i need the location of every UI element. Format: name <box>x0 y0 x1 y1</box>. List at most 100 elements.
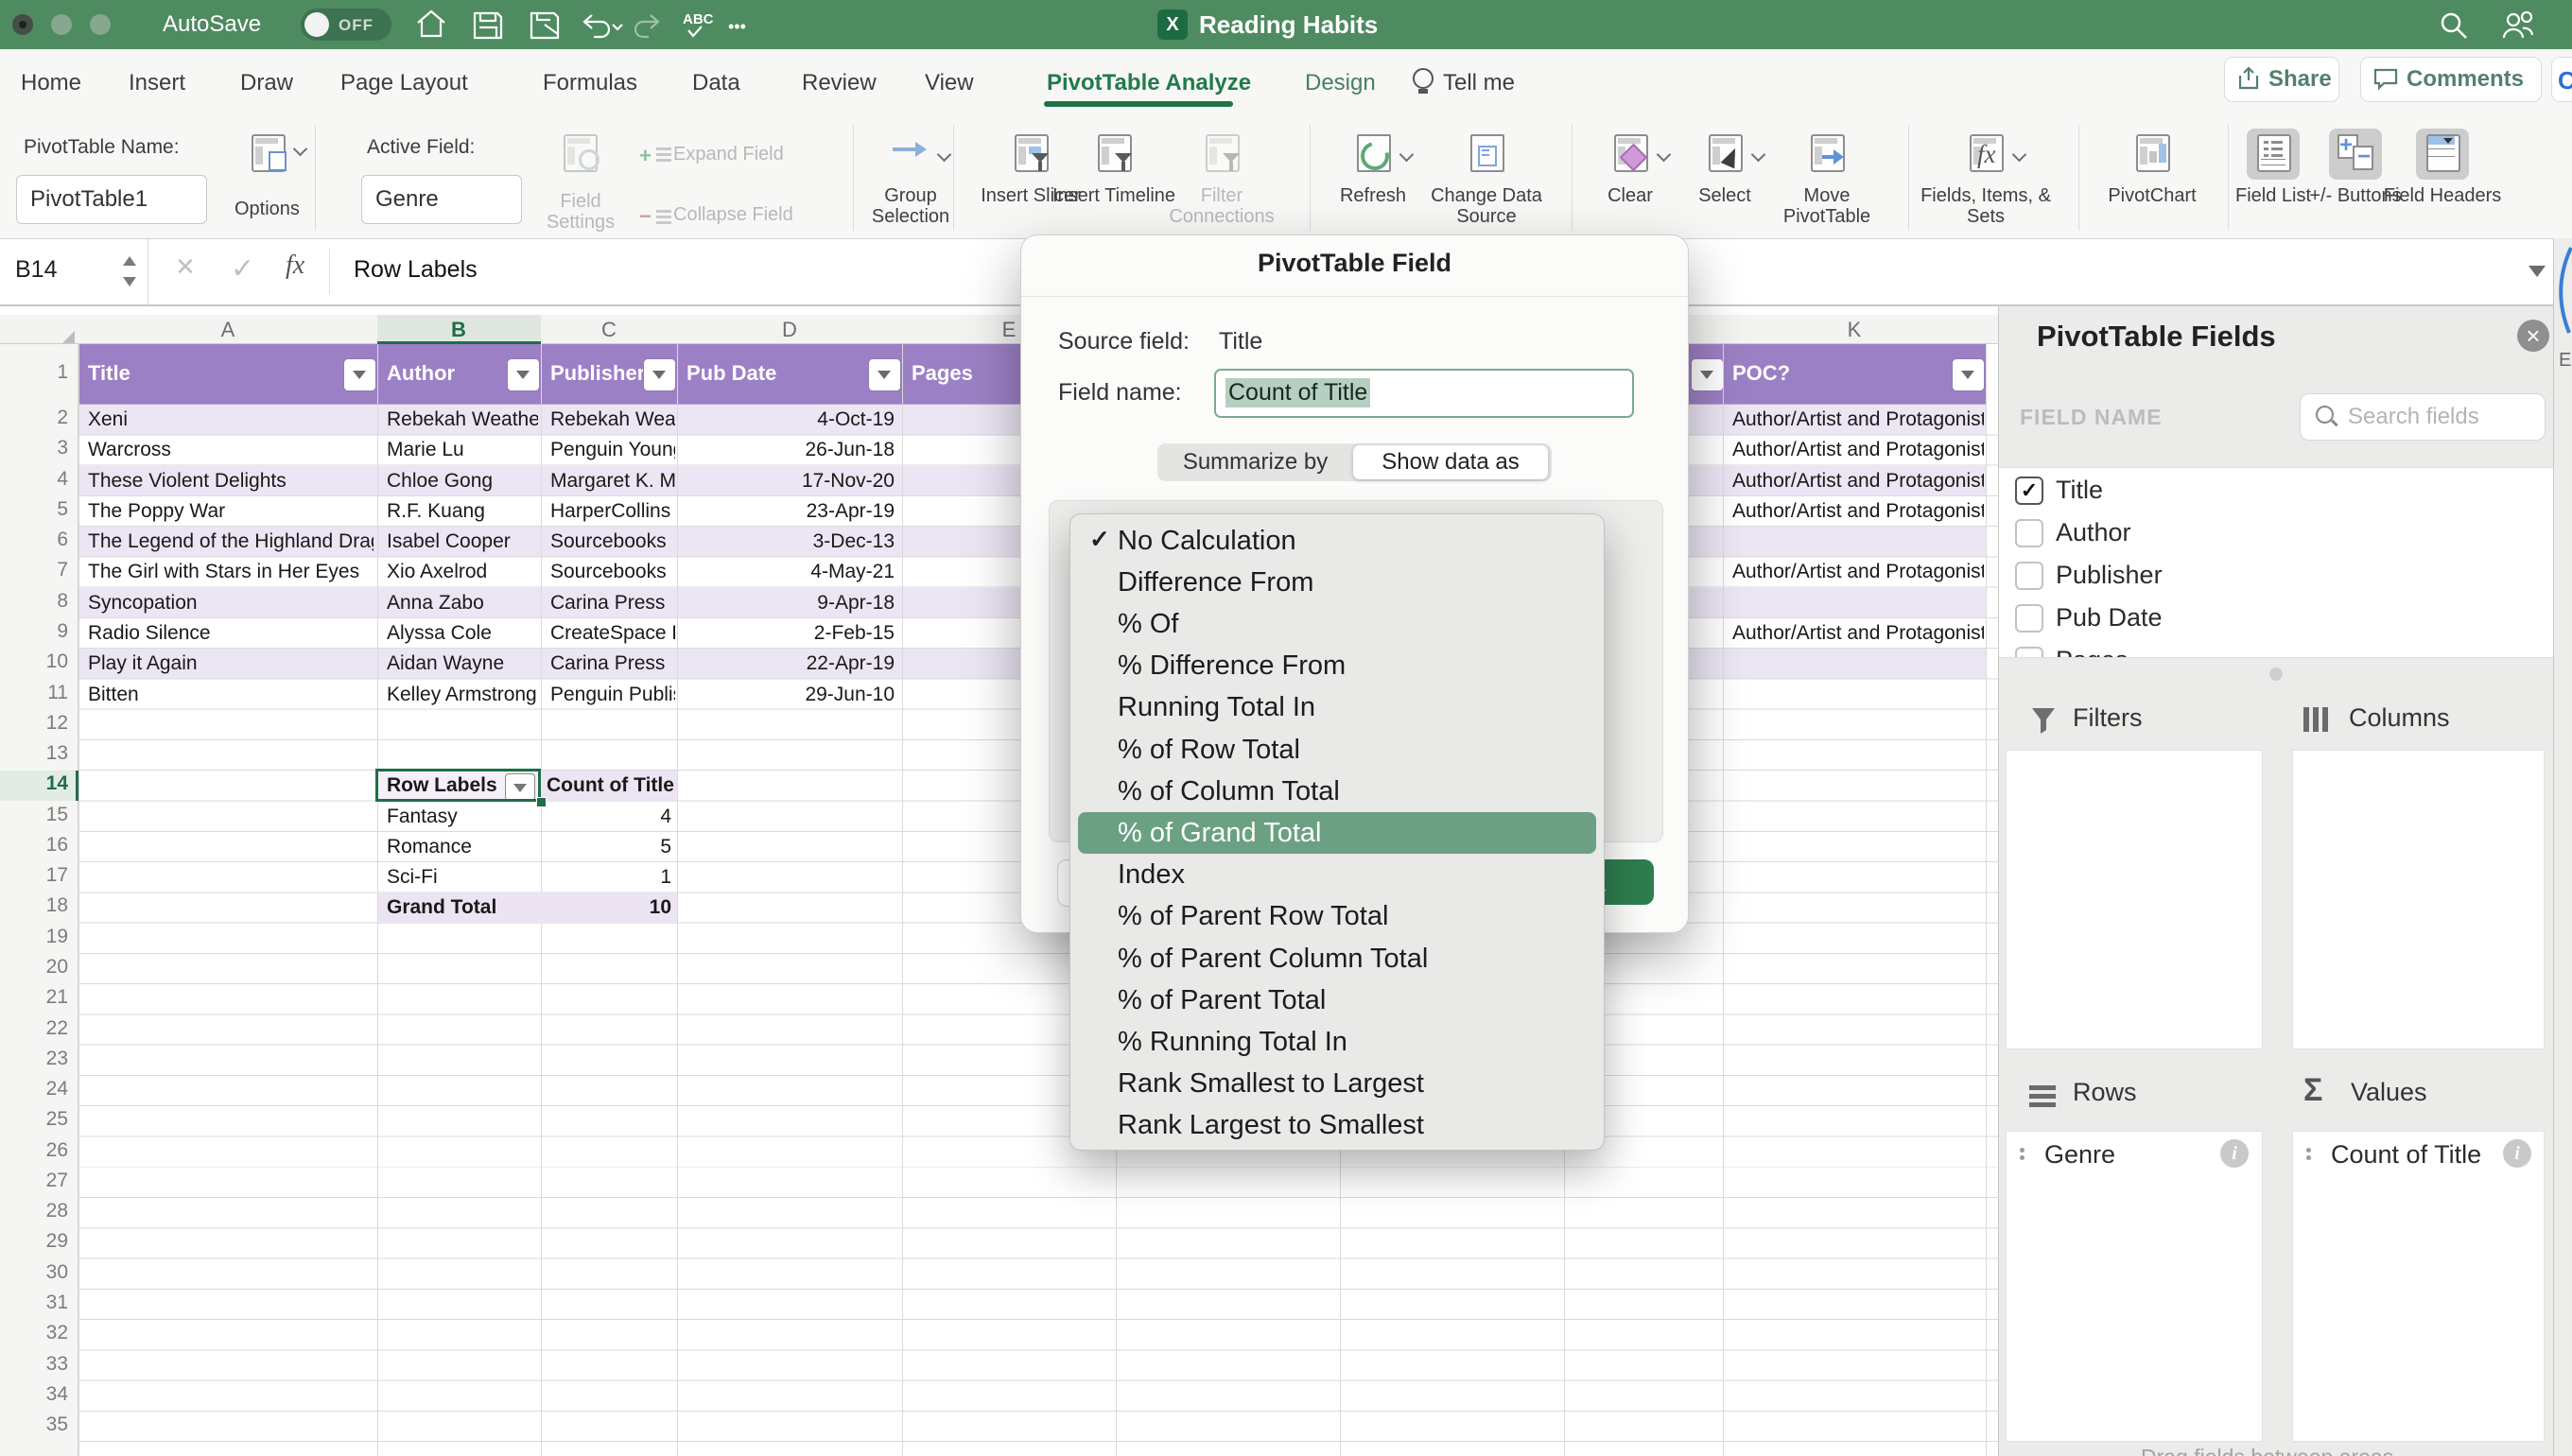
cell-poc[interactable]: Author/Artist and Protagonist <box>1732 435 1984 465</box>
filter-connections-button[interactable]: Filter Connections <box>1156 127 1288 238</box>
pivot-genre-cell[interactable]: Sci-Fi <box>387 862 529 893</box>
cell-pubdate[interactable]: 4-Oct-19 <box>677 405 895 435</box>
search-icon[interactable] <box>2438 9 2470 42</box>
change-data-source-button[interactable]: Change Data Source <box>1420 127 1553 238</box>
cell-pubdate[interactable]: 23-Apr-19 <box>677 496 895 527</box>
columns-dropzone[interactable] <box>2292 750 2545 1049</box>
row-header-19[interactable]: 19 <box>0 926 68 948</box>
info-icon[interactable]: i <box>2503 1139 2531 1168</box>
row-header-11[interactable]: 11 <box>0 682 68 704</box>
cell-title[interactable]: Warcross <box>88 435 374 465</box>
field-checkbox[interactable]: ✓ <box>2015 477 2043 505</box>
menu-item--of-parent-column-total[interactable]: % of Parent Column Total <box>1078 938 1596 979</box>
row-header-21[interactable]: 21 <box>0 986 68 1009</box>
menu-item--of-row-total[interactable]: % of Row Total <box>1078 729 1596 771</box>
panel-close-button[interactable]: × <box>2517 320 2549 352</box>
formula-content[interactable]: Row Labels <box>354 256 478 284</box>
column-header-D[interactable]: D <box>771 318 808 342</box>
pivot-genre-cell[interactable]: Fantasy <box>387 802 529 832</box>
filters-dropzone[interactable] <box>2006 750 2263 1049</box>
row-header-15[interactable]: 15 <box>0 804 68 826</box>
cell-pubdate[interactable]: 9-Apr-18 <box>677 588 895 618</box>
cell-title[interactable]: Syncopation <box>88 588 374 618</box>
info-icon[interactable]: i <box>2220 1139 2249 1168</box>
cell-pubdate[interactable]: 22-Apr-19 <box>677 649 895 679</box>
cell-publisher[interactable]: Rebekah Weatherspoon <box>550 405 675 435</box>
pivotchart-button[interactable]: PivotChart <box>2086 127 2218 238</box>
row-header-7[interactable]: 7 <box>0 559 68 581</box>
cell-title[interactable]: Bitten <box>88 679 374 709</box>
field-row-pub-date[interactable]: Pub Date <box>1999 596 2553 638</box>
cell-author[interactable]: Xio Axelrod <box>387 557 538 587</box>
collapse-field-button[interactable]: Collapse Field <box>673 204 793 226</box>
menu-item-no-calculation[interactable]: ✓ No Calculation <box>1078 520 1596 562</box>
zoom-window-button[interactable] <box>90 14 111 35</box>
row-header-24[interactable]: 24 <box>0 1078 68 1101</box>
field-settings-button[interactable]: Field Settings <box>535 191 626 233</box>
row-header-4[interactable]: 4 <box>0 468 68 491</box>
menu-item--of-parent-row-total[interactable]: % of Parent Row Total <box>1078 896 1596 938</box>
cell-publisher[interactable]: Sourcebooks <box>550 527 675 557</box>
pivot-count-cell[interactable]: 4 <box>541 802 671 832</box>
field-checkbox[interactable] <box>2015 562 2043 590</box>
menu-item-index[interactable]: Index <box>1078 855 1596 896</box>
formula-bar-expand-icon[interactable] <box>2529 266 2546 277</box>
drag-handle-icon[interactable] <box>2306 1145 2311 1163</box>
cell-pubdate[interactable]: 4-May-21 <box>677 557 895 587</box>
row-header-28[interactable]: 28 <box>0 1200 68 1222</box>
row-header-9[interactable]: 9 <box>0 620 68 643</box>
cell-author[interactable]: Kelley Armstrong <box>387 679 538 709</box>
cell-author[interactable]: Isabel Cooper <box>387 527 538 557</box>
cell-poc[interactable]: Author/Artist and Protagonist <box>1732 405 1984 435</box>
confirm-entry-icon[interactable]: ✓ <box>231 252 254 286</box>
pivot-count-cell[interactable]: 5 <box>541 832 671 862</box>
row-header-16[interactable]: 16 <box>0 834 68 857</box>
share-button[interactable]: Share <box>2224 57 2339 102</box>
move-pivottable-button[interactable]: Move PivotTable <box>1761 127 1893 238</box>
cell-title[interactable]: These Violent Delights <box>88 466 374 496</box>
pivot-row-labels-header[interactable]: Row Labels <box>387 771 500 801</box>
row-header-32[interactable]: 32 <box>0 1322 68 1344</box>
cell-poc[interactable]: Author/Artist and Protagonist <box>1732 496 1984 527</box>
group-selection-button[interactable]: Group Selection <box>844 127 977 238</box>
field-name-input[interactable]: Count of Title <box>1214 369 1634 418</box>
cell-publisher[interactable]: Carina Press <box>550 588 675 618</box>
cell-pubdate[interactable]: 3-Dec-13 <box>677 527 895 557</box>
cell-title[interactable]: Xeni <box>88 405 374 435</box>
row-header-2[interactable]: 2 <box>0 407 68 429</box>
fields-items-sets-button[interactable]: fx Fields, Items, & Sets <box>1920 127 2052 238</box>
column-header-C[interactable]: C <box>590 318 628 342</box>
row-header-1[interactable]: 1 <box>0 361 68 384</box>
comments-button[interactable]: Comments <box>2360 57 2542 102</box>
pivot-count-cell[interactable]: 1 <box>541 862 671 893</box>
filter-button-poc[interactable] <box>1952 358 1985 391</box>
row-header-3[interactable]: 3 <box>0 437 68 459</box>
cell-publisher[interactable]: Margaret K. McElderry <box>550 466 675 496</box>
cell-publisher[interactable]: CreateSpace Publishing <box>550 618 675 649</box>
name-box-stepper-up[interactable] <box>123 256 136 266</box>
menu-item-rank-largest-to-smallest[interactable]: Rank Largest to Smallest <box>1078 1105 1596 1147</box>
search-fields-input[interactable]: Search fields <box>2300 393 2546 441</box>
drag-handle-icon[interactable] <box>2020 1145 2025 1163</box>
tab-show-data-as[interactable]: Show data as <box>1353 445 1548 479</box>
values-area-item[interactable]: Count of Title <box>2331 1140 2481 1170</box>
pivot-grand-total-value[interactable]: 10 <box>541 893 671 923</box>
menu-item--running-total-in[interactable]: % Running Total In <box>1078 1021 1596 1063</box>
row-header-33[interactable]: 33 <box>0 1353 68 1376</box>
cell-poc[interactable]: Author/Artist and Protagonist <box>1732 557 1984 587</box>
cell-author[interactable]: Alyssa Cole <box>387 618 538 649</box>
row-header-26[interactable]: 26 <box>0 1139 68 1162</box>
cell-author[interactable]: Aidan Wayne <box>387 649 538 679</box>
menu-item--of[interactable]: % Of <box>1078 603 1596 645</box>
row-header-20[interactable]: 20 <box>0 956 68 979</box>
filter-button-author[interactable] <box>507 358 540 391</box>
row-header-29[interactable]: 29 <box>0 1230 68 1253</box>
cancel-entry-icon[interactable]: × <box>176 249 195 286</box>
row-header-22[interactable]: 22 <box>0 1017 68 1040</box>
tab-design[interactable]: Design <box>1305 70 1376 96</box>
menu-item-difference-from[interactable]: Difference From <box>1078 562 1596 603</box>
account-icon[interactable] <box>2500 8 2536 43</box>
cell-author[interactable]: Marie Lu <box>387 435 538 465</box>
menu-item--of-parent-total[interactable]: % of Parent Total <box>1078 979 1596 1021</box>
refresh-button[interactable]: Refresh <box>1307 127 1439 238</box>
